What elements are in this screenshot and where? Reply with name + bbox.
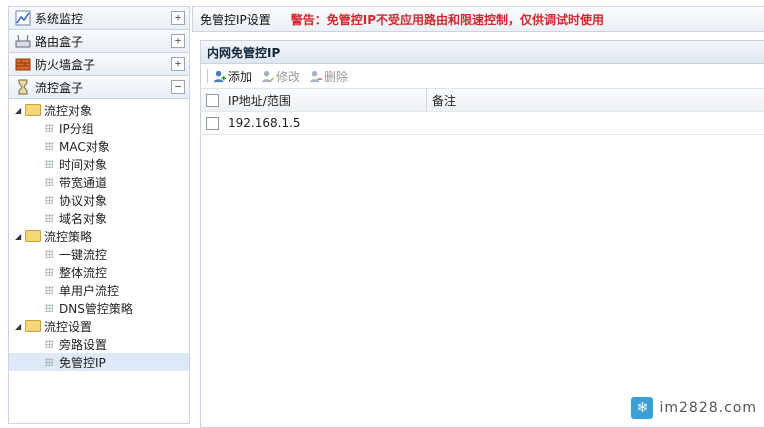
edit-button-label: 修改	[276, 69, 301, 84]
section-label: 路由盒子	[35, 34, 84, 49]
tree-item-domain-object[interactable]: 域名对象	[9, 209, 189, 227]
firewall-icon	[15, 58, 31, 71]
leaf-icon	[45, 358, 53, 366]
tree-folder-flow-objects[interactable]: ◢ 流控对象	[9, 101, 189, 119]
delete-button[interactable]: 删除	[309, 68, 348, 85]
add-button-label: 添加	[228, 69, 253, 84]
expanded-arrow-icon[interactable]: ◢	[15, 232, 23, 241]
expanded-arrow-icon[interactable]: ◢	[15, 106, 23, 115]
leaf-icon	[45, 142, 53, 150]
delete-button-label: 删除	[324, 69, 349, 84]
tree-item-mac-object[interactable]: MAC对象	[9, 137, 189, 155]
leaf-icon	[45, 124, 53, 132]
expanded-arrow-icon[interactable]: ◢	[15, 322, 23, 331]
page-header: 免管控IP设置 警告：免管控IP不受应用路由和限速控制，仅供调试时使用	[192, 6, 764, 32]
row-checkbox[interactable]	[206, 116, 219, 130]
tree-item-single-user[interactable]: 单用户流控	[9, 281, 189, 299]
section-router-box[interactable]: 路由盒子 +	[9, 30, 189, 53]
sidebar: 系统监控 + 路由盒子 + 防火墙盒子 + 流控盒子 − ◢ 流控对象 IP分组…	[8, 6, 190, 424]
ip-table: IP地址/范围 备注 192.168.1.5	[201, 89, 764, 135]
tree-item-time-object[interactable]: 时间对象	[9, 155, 189, 173]
tree-item-exempt-ip[interactable]: 免管控IP	[9, 353, 189, 371]
tree-folder-label: 流控策略	[44, 229, 93, 244]
collapse-icon[interactable]: −	[171, 80, 185, 94]
expand-icon[interactable]: +	[171, 11, 185, 25]
snowflake-logo-icon: ❄	[631, 397, 654, 419]
section-flow-control-box[interactable]: 流控盒子 −	[9, 76, 189, 99]
tree-item-ip-group[interactable]: IP分组	[9, 119, 189, 137]
toolbar: 添加 修改 删除	[201, 64, 764, 89]
tree-item-label: 免管控IP	[59, 355, 106, 370]
leaf-icon	[45, 250, 53, 258]
tree-item-label: 一键流控	[59, 247, 108, 262]
folder-icon	[25, 320, 41, 332]
tree-folder-label: 流控对象	[44, 103, 93, 118]
section-firewall-box[interactable]: 防火墙盒子 +	[9, 53, 189, 76]
router-icon	[15, 34, 31, 48]
table-row[interactable]: 192.168.1.5	[201, 112, 764, 135]
section-label: 系统监控	[35, 11, 84, 26]
tree-item-dns-policy[interactable]: DNS管控策略	[9, 299, 189, 317]
tree-item-protocol-object[interactable]: 协议对象	[9, 191, 189, 209]
edit-user-icon	[261, 70, 275, 82]
leaf-icon	[45, 160, 53, 168]
tree-item-bandwidth-channel[interactable]: 带宽通道	[9, 173, 189, 191]
hourglass-icon	[18, 79, 28, 95]
add-button[interactable]: 添加	[213, 68, 252, 85]
tree-item-label: DNS管控策略	[59, 301, 133, 316]
cell-ip: 192.168.1.5	[228, 116, 301, 130]
tree-folder-flow-settings[interactable]: ◢ 流控设置	[9, 317, 189, 335]
tree-item-label: 协议对象	[59, 193, 108, 208]
warning-text: 警告：免管控IP不受应用路由和限速控制，仅供调试时使用	[290, 12, 605, 27]
watermark-text: im2828.com	[659, 400, 757, 416]
expand-icon[interactable]: +	[171, 57, 185, 71]
table-header-row: IP地址/范围 备注	[201, 89, 764, 112]
tree-item-label: 域名对象	[59, 211, 108, 226]
edit-button[interactable]: 修改	[261, 68, 300, 85]
tree-item-one-click[interactable]: 一键流控	[9, 245, 189, 263]
leaf-icon	[45, 214, 53, 222]
tree-item-label: 整体流控	[59, 265, 108, 280]
column-header-note[interactable]: 备注	[426, 89, 764, 111]
watermark: ❄ im2828.com	[631, 397, 757, 419]
tree-folder-flow-policy[interactable]: ◢ 流控策略	[9, 227, 189, 245]
toolbar-separator	[207, 69, 208, 83]
column-header-ip[interactable]: IP地址/范围	[228, 89, 426, 111]
expand-icon[interactable]: +	[171, 34, 185, 48]
leaf-icon	[45, 268, 53, 276]
add-user-icon	[213, 70, 226, 82]
section-system-monitor[interactable]: 系统监控 +	[9, 7, 189, 30]
folder-icon	[25, 104, 41, 116]
folder-icon	[25, 230, 41, 242]
tree-item-label: 旁路设置	[59, 337, 108, 352]
tree-item-label: 带宽通道	[59, 175, 108, 190]
leaf-icon	[45, 196, 53, 204]
tree-folder-label: 流控设置	[44, 319, 93, 334]
exempt-ip-panel: 内网免管控IP 添加 修改 删除 IP地址/范围 备注 192.168.1.5	[200, 40, 764, 428]
leaf-icon	[45, 304, 53, 312]
tree-item-bypass-settings[interactable]: 旁路设置	[9, 335, 189, 353]
tree-item-label: MAC对象	[59, 139, 110, 154]
nav-tree: ◢ 流控对象 IP分组 MAC对象 时间对象 带宽通道 协议对象 域名对象 ◢ …	[9, 99, 189, 371]
section-label: 流控盒子	[35, 80, 84, 95]
tree-item-overall-control[interactable]: 整体流控	[9, 263, 189, 281]
leaf-icon	[45, 178, 53, 186]
leaf-icon	[45, 286, 53, 294]
panel-title: 内网免管控IP	[207, 45, 281, 60]
select-all-checkbox[interactable]	[206, 93, 219, 107]
panel-header: 内网免管控IP	[201, 41, 764, 64]
leaf-icon	[45, 340, 53, 348]
section-label: 防火墙盒子	[35, 57, 96, 72]
delete-user-icon	[309, 70, 323, 82]
tree-item-label: 时间对象	[59, 157, 108, 172]
chart-icon	[15, 10, 31, 26]
tree-item-label: 单用户流控	[59, 283, 120, 298]
page-title: 免管控IP设置	[200, 12, 271, 27]
main-area: 免管控IP设置 警告：免管控IP不受应用路由和限速控制，仅供调试时使用 内网免管…	[192, 6, 764, 428]
tree-item-label: IP分组	[59, 121, 94, 136]
